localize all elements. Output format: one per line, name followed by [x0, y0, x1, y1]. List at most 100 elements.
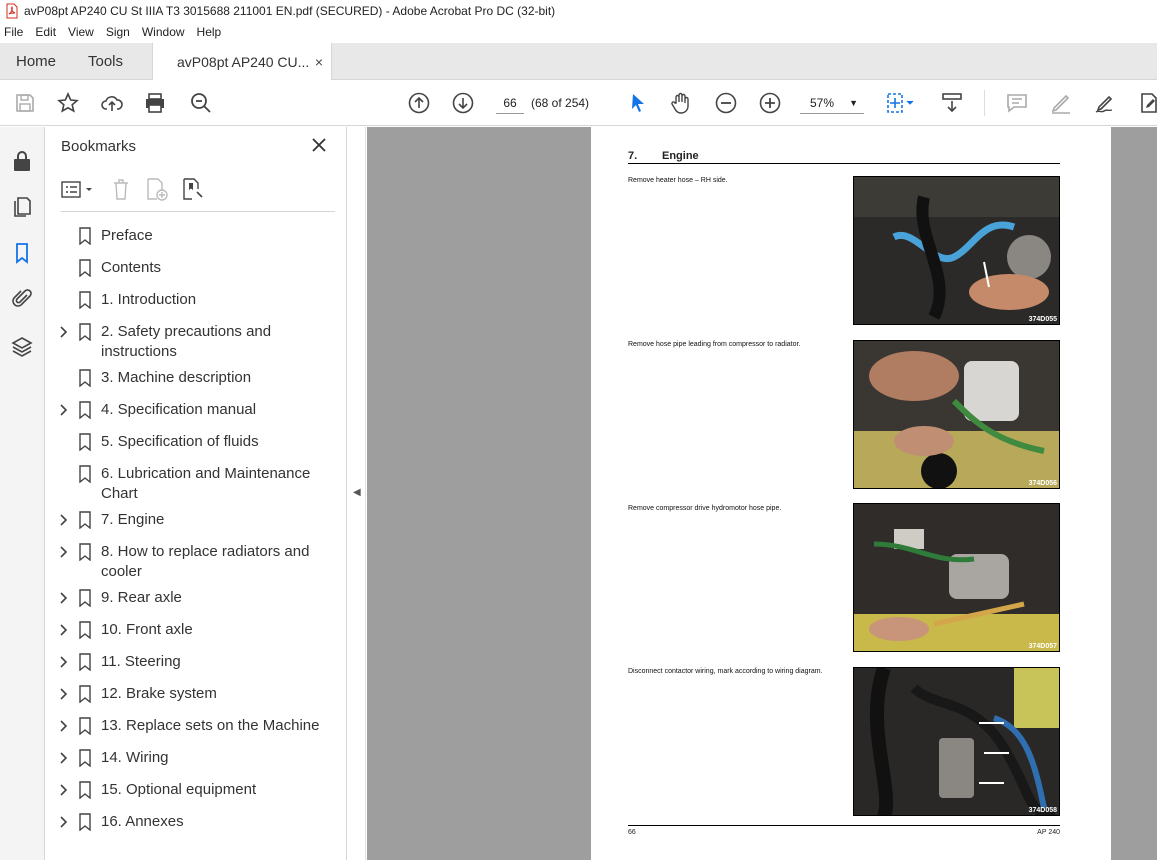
zoom-level-select[interactable]: 57% ▼: [800, 92, 864, 114]
options-menu-icon[interactable]: [61, 180, 97, 200]
attachment-paperclip-icon[interactable]: [10, 287, 34, 311]
save-icon[interactable]: [13, 91, 37, 115]
panel-divider: [61, 211, 335, 212]
close-panel-icon[interactable]: [310, 136, 328, 154]
chevron-right-icon[interactable]: [59, 687, 69, 701]
collapse-left-icon: ◀: [353, 487, 361, 498]
bookmark-flag-icon: [79, 259, 91, 277]
pages-thumbnail-icon[interactable]: [10, 195, 34, 219]
window-title: avP08pt AP240 CU St IIIA T3 3015688 2110…: [24, 4, 556, 18]
bookmark-label: 10. Front axle: [101, 621, 193, 638]
bookmark-flag-icon: [79, 465, 91, 483]
chevron-right-icon[interactable]: [59, 751, 69, 765]
zoom-in-icon[interactable]: [758, 91, 782, 115]
zoom-out-icon[interactable]: [714, 91, 738, 115]
bookmark-label: 12. Brake system: [101, 685, 217, 702]
step-photo: 374D058: [853, 667, 1060, 816]
main-toolbar: 66 (68 of 254) 57% ▼: [0, 80, 1157, 126]
zoom-search-icon[interactable]: [189, 91, 213, 115]
chevron-right-icon[interactable]: [59, 513, 69, 527]
new-bookmark-icon[interactable]: [145, 177, 169, 201]
tab-document-label: avP08pt AP240 CU...: [177, 54, 310, 70]
bookmark-flag-icon: [79, 511, 91, 529]
bookmark-flag-icon: [79, 369, 91, 387]
lock-icon[interactable]: [10, 149, 34, 173]
bookmark-label: Preface: [101, 227, 153, 244]
bookmark-flag-icon: [79, 227, 91, 245]
chevron-right-icon[interactable]: [59, 719, 69, 733]
chevron-down-icon: ▼: [849, 98, 858, 108]
panel-collapse-handle[interactable]: ◀: [348, 127, 366, 860]
bookmark-label: 1. Introduction: [101, 291, 197, 308]
bookmarks-panel-icon[interactable]: [10, 241, 34, 265]
scroll-mode-icon[interactable]: [940, 91, 964, 115]
chevron-right-icon[interactable]: [59, 815, 69, 829]
bookmark-label: 15. Optional equipment: [101, 781, 257, 798]
page-number-input[interactable]: 66: [496, 92, 524, 114]
bookmark-label: 2. Safety precautions and instructions: [101, 323, 272, 360]
close-tab-icon[interactable]: ×: [315, 54, 323, 70]
chevron-right-icon[interactable]: [59, 655, 69, 669]
section-title: Engine: [662, 150, 699, 162]
upload-cloud-icon[interactable]: [100, 91, 124, 115]
chevron-right-icon[interactable]: [59, 545, 69, 559]
menu-sign[interactable]: Sign: [106, 25, 130, 39]
chevron-right-icon[interactable]: [59, 623, 69, 637]
bookmark-flag-icon: [79, 433, 91, 451]
next-page-icon[interactable]: [451, 91, 475, 115]
step-text: Remove compressor drive hydromotor hose …: [628, 505, 782, 512]
bookmark-flag-icon: [79, 781, 91, 799]
bookmark-label: 4. Specification manual: [101, 401, 257, 418]
menu-edit[interactable]: Edit: [35, 25, 56, 39]
step-text: Remove heater hose – RH side.: [628, 177, 728, 184]
comment-icon[interactable]: [1005, 91, 1029, 115]
step-photo: 374D057: [853, 503, 1060, 652]
bookmark-label: 14. Wiring: [101, 749, 169, 766]
edit-document-icon[interactable]: [1137, 91, 1157, 115]
menu-window[interactable]: Window: [142, 25, 185, 39]
step-photo: 374D055: [853, 176, 1060, 325]
layers-icon[interactable]: [10, 335, 34, 359]
select-cursor-icon[interactable]: [626, 91, 650, 115]
photo-code: 374D057: [1028, 643, 1057, 650]
pdf-page: 7. Engine Remove heater hose – RH side. 3…: [591, 127, 1111, 860]
delete-bookmark-icon[interactable]: [111, 177, 131, 201]
menu-help[interactable]: Help: [197, 25, 222, 39]
fit-page-icon[interactable]: [884, 91, 916, 115]
acrobat-pdf-icon: [6, 3, 18, 19]
bookmark-flag-icon: [79, 813, 91, 831]
chevron-right-icon[interactable]: [59, 325, 69, 339]
hand-tool-icon[interactable]: [669, 91, 693, 115]
chevron-right-icon[interactable]: [59, 783, 69, 797]
tab-document[interactable]: avP08pt AP240 CU... ×: [152, 43, 332, 81]
footer-rule: [628, 825, 1060, 826]
highlight-pen-icon[interactable]: [1049, 91, 1073, 115]
bookmark-flag-icon: [79, 589, 91, 607]
photo-code: 374D055: [1028, 316, 1057, 323]
print-icon[interactable]: [143, 91, 167, 115]
left-navigation-rail: [0, 127, 45, 860]
find-bookmark-icon[interactable]: [181, 177, 205, 201]
zoom-level-value: 57%: [810, 96, 835, 110]
menu-bar: File Edit View Sign Window Help: [0, 22, 1157, 42]
toolbar-divider: [984, 90, 985, 116]
menu-view[interactable]: View: [68, 25, 94, 39]
bookmark-label: 16. Annexes: [101, 813, 184, 830]
document-viewer[interactable]: 7. Engine Remove heater hose – RH side. 3…: [367, 127, 1157, 860]
tab-home[interactable]: Home: [16, 43, 56, 80]
bookmark-label: 11. Steering: [101, 653, 181, 670]
photo-code: 374D056: [1028, 480, 1057, 487]
sign-pen-icon[interactable]: [1093, 91, 1117, 115]
tab-tools[interactable]: Tools: [88, 43, 123, 80]
previous-page-icon[interactable]: [407, 91, 431, 115]
title-bar: avP08pt AP240 CU St IIIA T3 3015688 2110…: [0, 0, 1157, 22]
bookmark-star-icon[interactable]: [56, 91, 80, 115]
bookmark-label: Contents: [101, 259, 162, 276]
chevron-right-icon[interactable]: [59, 591, 69, 605]
chevron-right-icon[interactable]: [59, 403, 69, 417]
bookmark-flag-icon: [79, 291, 91, 309]
page-footer-model: AP 240: [1037, 829, 1060, 836]
menu-file[interactable]: File: [4, 25, 23, 39]
section-heading: 7. Engine: [628, 150, 1060, 164]
bookmark-flag-icon: [79, 749, 91, 767]
